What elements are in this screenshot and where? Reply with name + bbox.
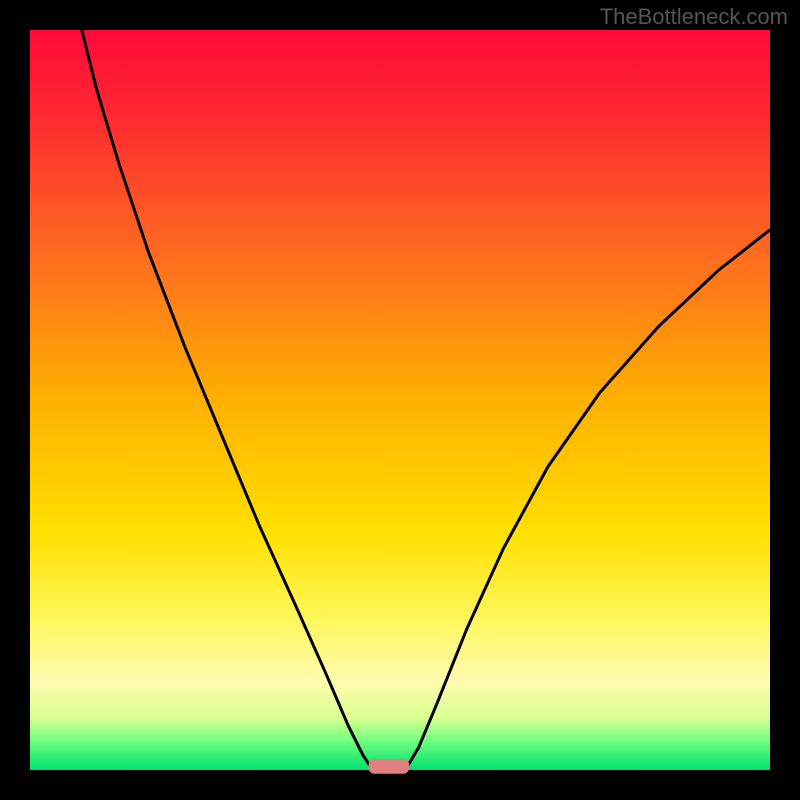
- watermark-text: TheBottleneck.com: [600, 4, 788, 30]
- bottleneck-chart: [0, 0, 800, 800]
- bottleneck-marker: [369, 759, 410, 774]
- plot-background: [30, 30, 770, 770]
- chart-container: TheBottleneck.com: [0, 0, 800, 800]
